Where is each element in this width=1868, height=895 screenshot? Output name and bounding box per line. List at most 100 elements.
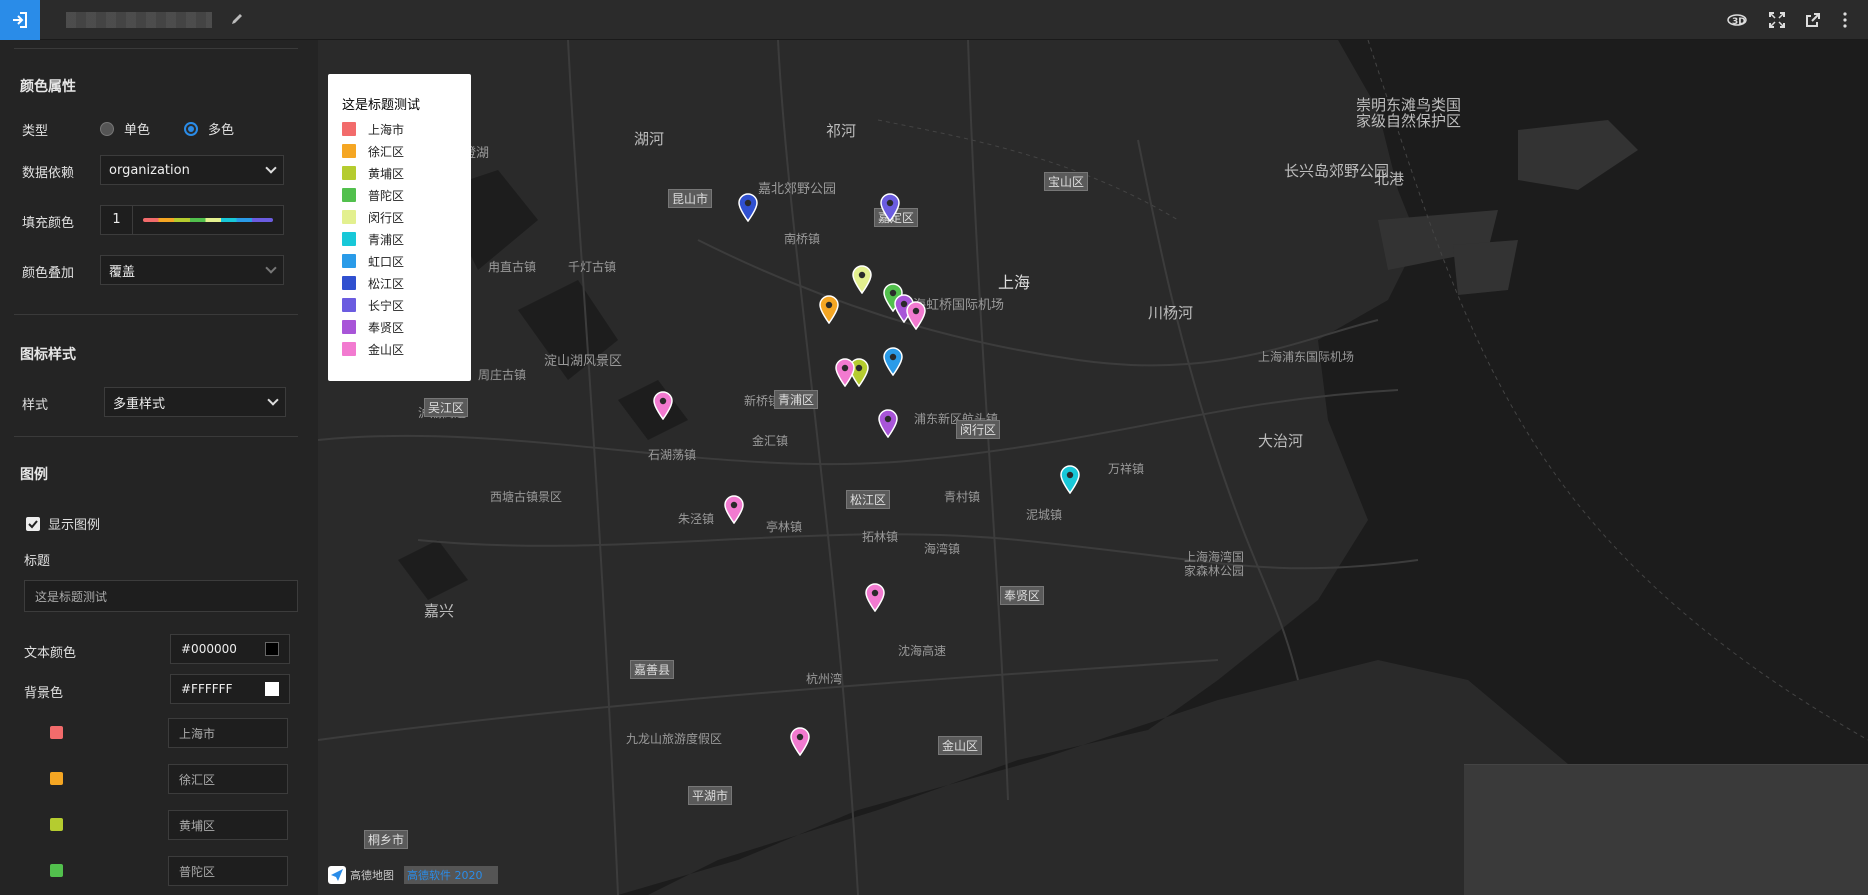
map-label: 杭州湾 [806, 672, 843, 686]
exit-button[interactable] [0, 0, 40, 40]
fullscreen-icon[interactable] [1766, 10, 1788, 30]
map-label: 泥城镇 [1026, 508, 1063, 522]
map-marker-icon[interactable] [1059, 464, 1081, 494]
map-label: 家级自然保护区 [1356, 112, 1462, 130]
text-color-input[interactable]: #000000 [170, 634, 290, 664]
map-label: 湖河 [634, 130, 665, 148]
legend-row-input[interactable]: 上海市 [168, 718, 288, 748]
overlay-select[interactable]: 覆盖 [100, 255, 284, 285]
map-label: 石湖荡镇 [648, 448, 697, 462]
map-marker-icon[interactable] [834, 357, 856, 387]
legend-row-input[interactable]: 普陀区 [168, 856, 288, 886]
map-marker-icon[interactable] [652, 390, 674, 420]
district-label: 青浦区 [774, 390, 819, 409]
legend-item-label: 奉贤区 [368, 320, 405, 335]
legend-row-swatch[interactable] [50, 726, 63, 739]
legend-item: 徐汇区 [342, 140, 457, 162]
show-legend-checkbox[interactable]: 显示图例 [26, 514, 100, 533]
map-marker-icon[interactable] [723, 494, 745, 524]
map-marker-icon[interactable] [905, 300, 927, 330]
map-label: 沈海高速 [898, 644, 947, 658]
map-label: 西塘古镇景区 [490, 490, 563, 504]
district-label: 嘉善县 [630, 660, 675, 679]
legend-item: 奉贤区 [342, 316, 457, 338]
chevron-down-icon [267, 394, 279, 406]
check-icon [26, 516, 40, 531]
map-marker-icon[interactable] [864, 582, 886, 612]
legend-row-swatch[interactable] [50, 818, 63, 831]
share-icon[interactable] [1802, 10, 1824, 30]
map-label: 大治河 [1258, 432, 1304, 450]
type-label: 类型 [22, 124, 49, 139]
map-label: 淀山湖风景区 [544, 354, 623, 369]
data-select-value: organization [109, 162, 190, 178]
legend-row-input[interactable]: 徐汇区 [168, 764, 288, 794]
legend-color-box [342, 188, 356, 202]
text-color-label: 文本颜色 [24, 646, 77, 661]
district-label: 奉贤区 [1000, 586, 1045, 605]
map-label: 万祥镇 [1108, 462, 1145, 476]
fill-color-picker[interactable]: 1 [100, 205, 284, 235]
legend-item: 金山区 [342, 338, 457, 360]
bg-color-input[interactable]: #FFFFFF [170, 674, 290, 704]
legend-color-box [342, 232, 356, 246]
map-label: 家森林公园 [1184, 564, 1245, 578]
legend-item-label: 上海市 [368, 122, 405, 137]
legend-items: 上海市 徐汇区 黄埔区 普陀区 闵行区 青浦区 虹口区 松江区 长宁区 奉贤区 金山区 [342, 118, 457, 360]
data-select[interactable]: organization [100, 155, 284, 185]
multi-color-label: 多色 [208, 123, 235, 138]
copyright-link[interactable]: 高德软件 2020 [404, 866, 498, 884]
legend-color-box [342, 276, 356, 290]
style-select[interactable]: 多重样式 [104, 387, 286, 417]
map-label: 拓林镇 [862, 530, 899, 544]
map-marker-icon[interactable] [877, 408, 899, 438]
district-label: 桐乡市 [364, 830, 409, 849]
document-title[interactable] [66, 12, 212, 28]
legend-item-label: 松江区 [368, 276, 405, 291]
legend-item: 虹口区 [342, 250, 457, 272]
legend-row-swatch[interactable] [50, 772, 63, 785]
district-label: 吴江区 [424, 398, 469, 417]
legend-color-box [342, 166, 356, 180]
single-color-radio[interactable]: 单色 [100, 119, 150, 138]
map-marker-icon[interactable] [882, 346, 904, 376]
map-marker-icon[interactable] [789, 726, 811, 756]
overview-minimap[interactable] [1464, 764, 1868, 895]
map-canvas[interactable]: 崇明东滩鸟类国 家级自然保护区 长兴岛郊野公园 北港 上海 川杨河 上海虹桥国际… [318, 40, 1868, 895]
map-label: 北港 [1374, 170, 1405, 188]
legend-item: 普陀区 [342, 184, 457, 206]
legend-item-label: 普陀区 [368, 188, 405, 203]
legend-item-label: 虹口区 [368, 254, 405, 269]
legend-item: 青浦区 [342, 228, 457, 250]
bg-color-swatch[interactable] [265, 682, 279, 696]
map-label: 嘉兴 [424, 602, 455, 620]
map-label: 上海 [998, 273, 1031, 292]
legend-row-input[interactable]: 黄埔区 [168, 810, 288, 840]
map-label: 甪直古镇 [488, 260, 537, 274]
bg-color-label: 背景色 [24, 686, 64, 701]
icon-section-title: 图标样式 [20, 347, 76, 363]
legend-item-label: 青浦区 [368, 232, 405, 247]
3d-icon[interactable]: 3D [1726, 10, 1748, 30]
legend-row-swatch[interactable] [50, 864, 63, 877]
map-marker-icon[interactable] [851, 264, 873, 294]
map-label: 祁河 [826, 122, 857, 140]
bg-color-value: #FFFFFF [181, 682, 233, 696]
edit-icon[interactable] [230, 11, 244, 30]
text-color-swatch[interactable] [265, 642, 279, 656]
district-label: 金山区 [938, 736, 983, 755]
title-label: 标题 [24, 554, 51, 569]
multi-color-radio[interactable]: 多色 [184, 119, 234, 138]
fill-label: 填充颜色 [22, 216, 75, 231]
legend-item: 闵行区 [342, 206, 457, 228]
brand-text: 高德地图 [350, 869, 394, 882]
map-marker-icon[interactable] [879, 192, 901, 222]
more-icon[interactable] [1834, 10, 1856, 30]
legend-title-input[interactable]: 这是标题测试 [24, 580, 298, 612]
map-brand: 高德地图 [328, 866, 394, 884]
legend-color-box [342, 320, 356, 334]
map-marker-icon[interactable] [737, 192, 759, 222]
map-label: 九龙山旅游度假区 [626, 732, 723, 746]
map-marker-icon[interactable] [818, 294, 840, 324]
property-panel: 颜色属性 类型 单色 多色 数据依赖 organization 填充颜色 1 颜… [0, 40, 318, 895]
